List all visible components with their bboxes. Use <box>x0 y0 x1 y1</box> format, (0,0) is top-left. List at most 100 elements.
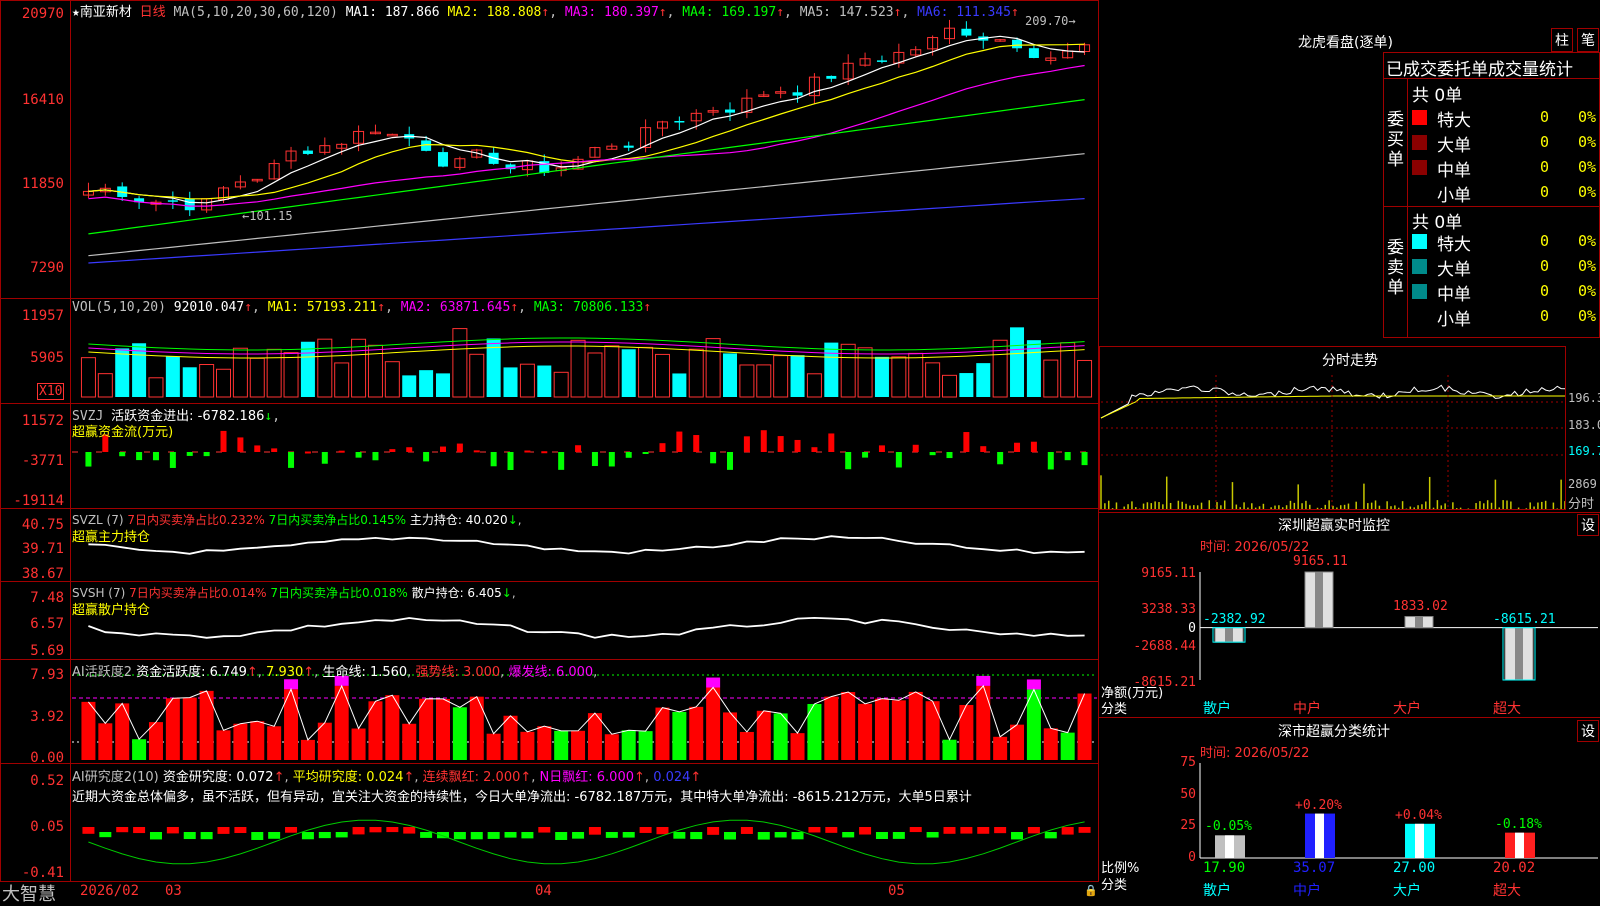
stat-row-count: 0 <box>1540 282 1550 300</box>
stat-row-label: 小单 <box>1437 310 1471 330</box>
activity-bar <box>216 730 231 760</box>
research-bar <box>217 827 230 834</box>
ai2-axis-1: 0.52 <box>30 773 64 789</box>
volume-bar <box>216 368 232 398</box>
research-bar <box>555 832 568 840</box>
cls-pct-label: 35.07 <box>1293 860 1336 876</box>
volume-bar <box>97 373 113 398</box>
svzj-bar <box>271 448 278 452</box>
bar-mode-button[interactable]: 柱 <box>1551 28 1573 52</box>
research-bar <box>943 827 956 834</box>
candle-body <box>302 150 313 154</box>
sz-time: 时间: 2026/05/22 <box>1200 540 1310 555</box>
research-bar <box>166 827 179 834</box>
candle-body <box>876 60 887 62</box>
stat-row-pct: 0% <box>1578 158 1597 176</box>
legend-square <box>1412 135 1427 150</box>
svzj-bar <box>152 452 159 461</box>
volume-bar <box>300 341 315 397</box>
svzj-bar <box>1014 442 1021 452</box>
price-axis-3: 11850 <box>21 176 64 192</box>
buy-total: 共 0单 <box>1412 86 1463 106</box>
volume-bar <box>334 362 350 398</box>
svzj-bar <box>541 451 548 454</box>
fenshi-axis-1: 196.3 <box>1568 391 1600 405</box>
lock-icon[interactable]: 🔒 <box>1084 884 1098 897</box>
stat-row-label: 中单 <box>1437 285 1471 305</box>
vol-unit-badge[interactable]: X10 <box>37 383 65 400</box>
volume-bar <box>908 352 924 398</box>
cls-settings-button[interactable]: 设 <box>1577 720 1599 742</box>
research-bar <box>251 832 264 840</box>
volume-bar <box>739 364 755 398</box>
volume-bar <box>115 348 130 397</box>
research-bar <box>774 832 787 838</box>
volume-bar <box>992 339 1008 398</box>
svzj-bar <box>372 452 379 461</box>
volume-bar <box>435 373 450 397</box>
research-bar <box>99 832 112 838</box>
svzl-axis-3: 38.67 <box>21 566 64 582</box>
ai2-axis-3: -0.41 <box>21 865 64 881</box>
activity-bar <box>469 696 484 760</box>
star-icon[interactable]: ★ <box>72 5 80 20</box>
stat-row-pct: 0% <box>1578 133 1597 151</box>
research-bar <box>1027 827 1040 834</box>
research-bar <box>285 827 298 833</box>
svzj-bar <box>338 450 345 453</box>
ai2-header: AI研究度2(10) 资金研究度: 0.072↑, 平均研究度: 0.024↑,… <box>72 770 702 785</box>
research-bar <box>352 827 365 835</box>
svzj-bar <box>186 452 193 456</box>
fenshi-axis-2: 183.0 <box>1568 418 1600 432</box>
svzj-bar <box>507 452 514 470</box>
cls-category: 中户 <box>1293 883 1321 899</box>
volume-bar <box>688 348 704 398</box>
activity-bar <box>891 700 906 760</box>
price-header: ★南亚新材 日线 MA(5,10,20,30,60,120) MA1: 187.… <box>72 5 1019 20</box>
volume-bar <box>249 357 265 398</box>
activity-bar <box>1077 693 1092 760</box>
period-label[interactable]: 日线 <box>140 5 166 20</box>
ai1-axis-2: 3.92 <box>30 709 64 725</box>
sz-settings-button[interactable]: 设 <box>1577 514 1599 536</box>
svzj-bar <box>980 446 987 452</box>
cls-bar-shade <box>1225 835 1234 858</box>
activity-bar <box>723 712 738 760</box>
activity-bar <box>1010 724 1025 760</box>
research-bar <box>605 832 618 838</box>
volume-bar <box>283 352 299 398</box>
stat-row-count: 0 <box>1540 108 1550 126</box>
candle-body <box>674 121 685 123</box>
activity-bar <box>638 731 653 760</box>
research-bar <box>82 827 95 834</box>
burst-marker <box>284 679 299 690</box>
ma3-value: MA3: 180.397 <box>564 5 659 20</box>
svzj-bar <box>575 445 582 452</box>
activity-bar <box>841 692 856 760</box>
activity-bar <box>98 723 113 760</box>
cls-pct-label: 17.90 <box>1203 860 1246 876</box>
volume-bar <box>976 363 991 397</box>
burst-marker <box>976 675 991 686</box>
svsh-axis-1: 7.48 <box>30 590 64 606</box>
sz-bar-shade <box>1315 572 1323 628</box>
price-axis-1: 20970 <box>21 6 64 22</box>
svzj-bar <box>321 452 328 464</box>
tick-mode-button[interactable]: 笔 <box>1577 28 1599 52</box>
research-bar <box>892 832 905 839</box>
stat-row-pct: 0% <box>1578 108 1597 126</box>
fenshi-axis-4: 2869 <box>1568 477 1597 491</box>
research-bar <box>1011 832 1024 840</box>
sz-bar-shade <box>1515 627 1523 680</box>
research-bar <box>133 827 146 834</box>
candle-body <box>725 109 736 113</box>
activity-bar <box>385 695 400 760</box>
svzj-bar <box>625 452 632 458</box>
legend-square <box>1412 259 1427 274</box>
svzj-bar <box>406 447 413 452</box>
svzj-axis-1: 11572 <box>21 413 64 429</box>
sz-category: 散户 <box>1203 701 1231 717</box>
stat-row-label: 特大 <box>1437 111 1471 131</box>
svzj-bar <box>558 452 565 470</box>
research-bar <box>403 827 416 834</box>
